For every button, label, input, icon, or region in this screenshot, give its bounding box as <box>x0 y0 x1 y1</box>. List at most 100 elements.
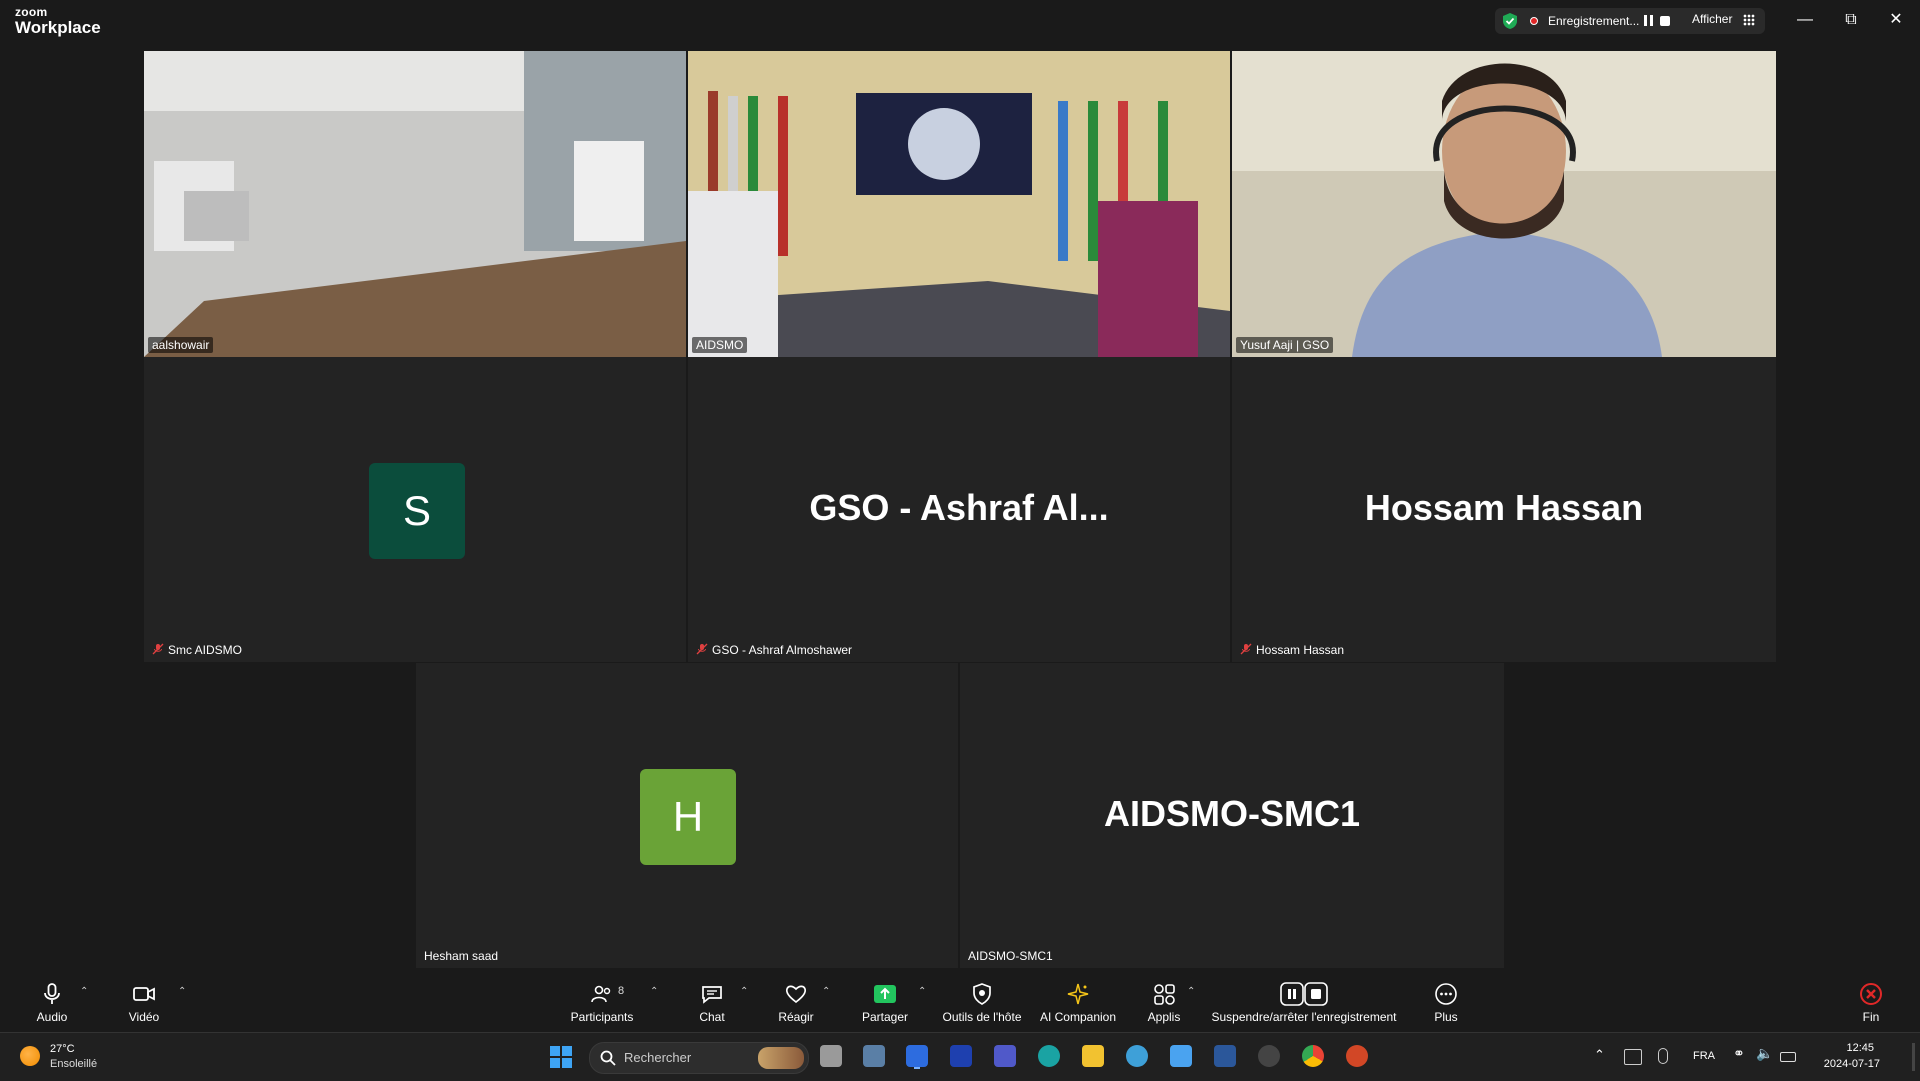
sun-weather-icon[interactable] <box>20 1046 40 1066</box>
microphone-tray-icon[interactable] <box>1658 1048 1668 1064</box>
more-button[interactable]: Plus <box>1426 972 1466 1030</box>
participant-name: Yusuf Aaji | GSO <box>1236 337 1334 353</box>
camera-icon <box>133 987 155 1001</box>
search-icon <box>600 1050 616 1066</box>
participant-name: AIDSMO-SMC1 <box>968 949 1053 963</box>
participants-caret-icon[interactable]: ⌃ <box>650 986 660 997</box>
file-explorer-icon[interactable] <box>1082 1045 1104 1067</box>
recording-control-button[interactable]: Suspendre/arrêter l'enregistrement <box>1210 972 1398 1030</box>
tile-hesham-saad[interactable]: H Hesham saad <box>416 663 958 968</box>
host-tools-label: Outils de l'hôte <box>942 1010 1022 1024</box>
teams-app-icon[interactable] <box>994 1045 1016 1067</box>
obs-app-icon[interactable] <box>1258 1045 1280 1067</box>
temperature: 27°C <box>50 1043 75 1055</box>
tile-smc-aidsmo[interactable]: S Smc AIDSMO <box>144 357 686 662</box>
microphone-icon <box>44 983 60 1004</box>
participant-name-tag: GSO - Ashraf Almoshawer <box>692 642 856 658</box>
participant-name: aalshowair <box>148 337 214 353</box>
video-tile-aalshowair[interactable]: aalshowair <box>144 51 686 357</box>
show-desktop-button[interactable] <box>1912 1043 1915 1071</box>
chat-button[interactable]: Chat <box>692 972 732 1030</box>
share-screen-icon <box>874 985 896 1003</box>
participants-count: 8 <box>618 985 625 997</box>
share-caret-icon[interactable]: ⌃ <box>918 986 928 997</box>
video-feed-meeting-room <box>144 51 686 357</box>
chat-label: Chat <box>699 1010 725 1024</box>
host-shield-icon <box>973 983 991 1005</box>
video-tile-yusuf[interactable]: Yusuf Aaji | GSO <box>1232 51 1776 357</box>
webex-app-icon[interactable] <box>950 1045 972 1067</box>
video-feed-person <box>1232 51 1776 357</box>
view-button[interactable]: Afficher <box>1692 12 1732 26</box>
show-hidden-icons-chevron-icon[interactable]: ⌃ <box>1594 1047 1605 1063</box>
volume-icon[interactable]: 🔈 <box>1756 1045 1773 1062</box>
host-tools-button[interactable]: Outils de l'hôte <box>940 972 1024 1030</box>
avatar: H <box>640 769 736 865</box>
word-app-icon[interactable] <box>1214 1045 1236 1067</box>
clock-time[interactable]: 12:45 <box>1814 1042 1874 1054</box>
weather-condition: Ensoleillé <box>50 1058 98 1070</box>
security-shield-icon[interactable] <box>1502 12 1518 30</box>
video-options-caret-icon[interactable]: ⌃ <box>178 986 188 997</box>
video-button[interactable]: Vidéo <box>124 972 164 1030</box>
tile-aidsmo-smc1[interactable]: AIDSMO-SMC1 AIDSMO-SMC1 <box>960 663 1504 968</box>
react-button[interactable]: Réagir <box>772 972 820 1030</box>
audio-options-caret-icon[interactable]: ⌃ <box>80 986 90 997</box>
participant-name-tag: Smc AIDSMO <box>148 642 246 658</box>
muted-mic-icon <box>1240 643 1252 655</box>
tile-gso-ashraf[interactable]: GSO - Ashraf Al... GSO - Ashraf Almoshaw… <box>688 357 1230 662</box>
restore-icon[interactable]: ⧉ <box>1836 8 1866 32</box>
notepad-app-icon[interactable] <box>1170 1045 1192 1067</box>
end-meeting-button[interactable]: Fin <box>1856 972 1886 1030</box>
avatar: S <box>369 463 465 559</box>
clock-date[interactable]: 2024-07-17 <box>1814 1058 1880 1070</box>
participants-label: Participants <box>570 1010 634 1024</box>
stop-recording-icon[interactable] <box>1660 16 1670 26</box>
participants-button[interactable]: Participants <box>568 972 636 1030</box>
grid-view-icon[interactable] <box>1743 14 1755 26</box>
audio-label: Audio <box>36 1010 68 1024</box>
camera-app-icon[interactable] <box>863 1045 885 1067</box>
zoom-app-icon[interactable] <box>906 1045 928 1067</box>
participant-name-tag: Hossam Hassan <box>1236 642 1348 658</box>
edge-browser-icon[interactable] <box>1038 1045 1060 1067</box>
participants-icon <box>591 985 611 1003</box>
chat-caret-icon[interactable]: ⌃ <box>740 986 750 997</box>
apps-label: Applis <box>1147 1010 1181 1024</box>
meeting-toolbar: Audio ⌃ Vidéo ⌃ Participants 8 ⌃ Chat ⌃ … <box>0 972 1920 1030</box>
task-view-icon[interactable] <box>820 1045 842 1067</box>
pause-recording-icon[interactable] <box>1644 15 1654 26</box>
recording-control-label: Suspendre/arrêter l'enregistrement <box>1211 1010 1397 1024</box>
apps-button[interactable]: Applis <box>1144 972 1184 1030</box>
windows-start-icon[interactable] <box>550 1046 572 1068</box>
tile-hossam-hassan[interactable]: Hossam Hassan Hossam Hassan <box>1232 357 1776 662</box>
brand-bottom: Workplace <box>15 18 101 37</box>
audio-button[interactable]: Audio <box>30 972 74 1030</box>
end-label: Fin <box>1862 1010 1880 1024</box>
ai-companion-button[interactable]: AI Companion <box>1036 972 1120 1030</box>
globe-app-icon[interactable] <box>1126 1045 1148 1067</box>
wifi-icon[interactable]: ⚭ <box>1733 1045 1745 1062</box>
close-icon[interactable]: ✕ <box>1881 8 1911 32</box>
language-indicator[interactable]: FRA <box>1693 1050 1715 1062</box>
battery-icon[interactable] <box>1780 1052 1796 1062</box>
participant-name: Smc AIDSMO <box>168 643 243 657</box>
share-button[interactable]: Partager <box>860 972 910 1030</box>
chrome-browser-icon[interactable] <box>1302 1045 1324 1067</box>
more-icon <box>1435 983 1457 1005</box>
taskbar-search-box[interactable]: Rechercher <box>589 1042 809 1074</box>
react-caret-icon[interactable]: ⌃ <box>822 986 832 997</box>
participant-name: GSO - Ashraf Almoshawer <box>712 643 853 657</box>
search-placeholder: Rechercher <box>624 1050 692 1065</box>
react-label: Réagir <box>778 1010 814 1024</box>
apps-caret-icon[interactable]: ⌃ <box>1187 986 1197 997</box>
participant-name: AIDSMO <box>692 337 748 353</box>
minimize-icon[interactable]: — <box>1790 8 1820 32</box>
chat-icon <box>702 986 722 1004</box>
search-highlight-icon <box>758 1047 804 1069</box>
video-tile-aidsmo[interactable]: AIDSMO <box>688 51 1230 357</box>
powerpoint-app-icon[interactable] <box>1346 1045 1368 1067</box>
end-call-icon <box>1860 983 1882 1005</box>
participant-display-name: AIDSMO-SMC1 <box>1103 793 1360 834</box>
cast-icon[interactable] <box>1624 1049 1642 1065</box>
